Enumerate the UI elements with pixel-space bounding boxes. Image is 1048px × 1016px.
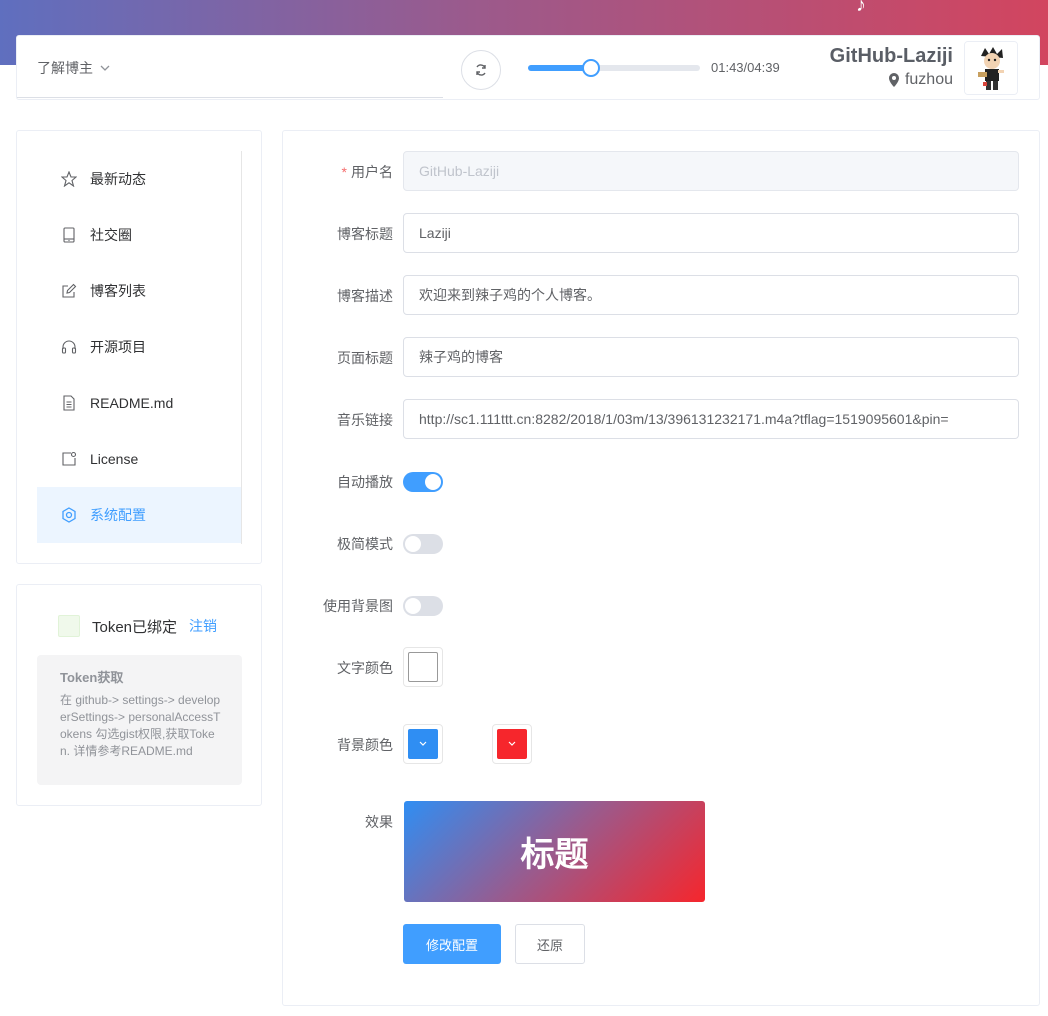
refresh-button[interactable] — [461, 50, 501, 90]
user-location: fuzhou — [888, 71, 953, 89]
effect-preview: 标题 — [404, 801, 705, 902]
text-color-swatch — [408, 652, 438, 682]
about-label: 了解博主 — [37, 60, 93, 76]
sidebar-item-label: 博客列表 — [90, 283, 146, 299]
reset-button[interactable]: 还原 — [515, 924, 585, 964]
header-bar: 了解博主 01:43/04:39 GitHub-Laziji fuzhou — [16, 35, 1040, 100]
about-underline — [17, 97, 443, 98]
blog-title-input[interactable]: Laziji — [403, 213, 1019, 253]
autoplay-switch[interactable] — [403, 472, 443, 492]
user-location-text: fuzhou — [904, 71, 953, 88]
location-pin-icon — [888, 73, 899, 87]
token-status-row: Token已绑定 注销 — [58, 615, 217, 637]
sidebar-item-blogs[interactable]: 博客列表 — [37, 263, 241, 319]
bg-image-switch[interactable] — [403, 596, 443, 616]
tablet-icon — [60, 226, 78, 244]
bg-color-start-swatch — [408, 729, 438, 759]
switch-knob — [405, 598, 421, 614]
token-help-text: 在 github-> settings-> developerSettings-… — [60, 693, 221, 758]
refresh-icon — [476, 64, 486, 76]
setting-icon — [60, 506, 78, 524]
token-logout-link[interactable]: 注销 — [189, 616, 217, 636]
star-icon — [60, 170, 78, 188]
sidebar-item-label: README.md — [90, 395, 174, 411]
page-title-input[interactable]: 辣子鸡的博客 — [403, 337, 1019, 377]
music-url-label: 音乐链接 — [337, 412, 393, 428]
blog-desc-input[interactable]: 欢迎来到辣子鸡的个人博客。 — [403, 275, 1019, 315]
music-url-input[interactable]: http://sc1.111ttt.cn:8282/2018/1/03m/13/… — [403, 399, 1019, 439]
sidebar-item-label: 开源项目 — [90, 339, 146, 355]
bg-image-label: 使用背景图 — [323, 598, 393, 614]
effect-label: 效果 — [365, 814, 393, 830]
token-help-box: Token获取 在 github-> settings-> developerS… — [37, 655, 242, 785]
page-title-label: 页面标题 — [337, 350, 393, 366]
chevron-down-icon — [100, 65, 110, 71]
music-note-icon: ♪ — [856, 0, 866, 16]
about-dropdown[interactable]: 了解博主 — [37, 58, 111, 78]
config-form: * 用户名 GitHub-Laziji 博客标题 Laziji 博客描述 欢迎来到… — [282, 130, 1040, 1006]
headset-icon — [60, 338, 78, 356]
text-color-picker[interactable] — [403, 647, 443, 687]
music-progress-handle[interactable] — [582, 59, 601, 77]
sidebar-item-license[interactable]: License — [37, 431, 241, 487]
sidebar-item-label: License — [90, 451, 139, 467]
blog-desc-label: 博客描述 — [337, 288, 393, 304]
music-progress-slider[interactable] — [528, 59, 700, 77]
sidebar-item-social[interactable]: 社交圈 — [37, 207, 241, 263]
blog-title-label: 博客标题 — [337, 226, 393, 242]
token-help-title: Token获取 — [60, 670, 124, 685]
minimal-mode-label: 极简模式 — [337, 536, 393, 552]
bg-color-end-swatch — [497, 729, 527, 759]
avatar-image — [965, 42, 1017, 94]
bg-color-label: 背景颜色 — [337, 737, 393, 753]
chevron-down-icon — [508, 741, 516, 746]
username-label-text: 用户名 — [351, 164, 393, 180]
submit-config-button[interactable]: 修改配置 — [403, 924, 501, 964]
bg-color-end-picker[interactable] — [492, 724, 532, 764]
sidebar-item-latest[interactable]: 最新动态 — [37, 151, 241, 207]
sidebar-item-label: 社交圈 — [90, 227, 132, 243]
sidebar-menu: 最新动态 社交圈 博客列表 开源项目 README.md License 系统配… — [37, 151, 242, 544]
username-input[interactable]: GitHub-Laziji — [403, 151, 1019, 191]
token-check-icon — [58, 615, 80, 637]
sidebar-item-label: 最新动态 — [90, 171, 146, 187]
sidebar-item-settings[interactable]: 系统配置 — [37, 487, 241, 543]
chevron-down-icon — [419, 741, 427, 746]
sidebar-item-readme[interactable]: README.md — [37, 375, 241, 431]
autoplay-label: 自动播放 — [337, 474, 393, 490]
username-label: * 用户名 — [283, 162, 393, 182]
required-mark: * — [341, 164, 347, 180]
minimal-mode-switch[interactable] — [403, 534, 443, 554]
user-name: GitHub-Laziji — [829, 45, 953, 67]
token-card: Token已绑定 注销 Token获取 在 github-> settings-… — [16, 584, 262, 806]
preview-title: 标题 — [520, 836, 589, 874]
sidebar-card: 最新动态 社交圈 博客列表 开源项目 README.md License 系统配… — [16, 130, 262, 564]
document-icon — [60, 394, 78, 412]
token-status: Token已绑定 — [92, 618, 178, 636]
license-icon — [60, 450, 78, 468]
edit-icon — [60, 282, 78, 300]
bg-color-start-picker[interactable] — [403, 724, 443, 764]
avatar[interactable] — [964, 41, 1018, 95]
sidebar-item-projects[interactable]: 开源项目 — [37, 319, 241, 375]
music-time: 01:43/04:39 — [711, 60, 780, 75]
switch-knob — [405, 536, 421, 552]
switch-knob — [425, 474, 441, 490]
text-color-label: 文字颜色 — [337, 660, 393, 676]
sidebar-item-label: 系统配置 — [90, 507, 146, 523]
